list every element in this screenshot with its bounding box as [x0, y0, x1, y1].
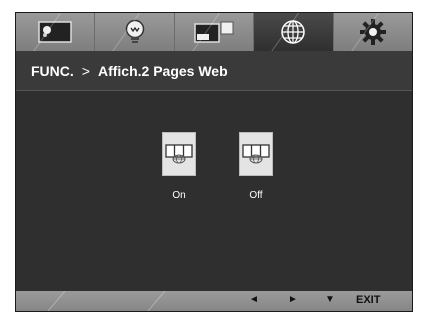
left-arrow-key[interactable]: ◄ — [249, 294, 259, 305]
osd-menu: FUNC. > Affich.2 Pages Web On Off ◄ ► ▼ … — [15, 12, 413, 312]
right-arrow-key[interactable]: ► — [288, 294, 298, 305]
tab-screen[interactable] — [174, 13, 255, 51]
page-title: Affich.2 Pages Web — [97, 62, 228, 79]
dual-screen-icon — [194, 21, 234, 43]
web-split-icon — [242, 144, 270, 164]
page-title-bar: FUNC. > Affich.2 Pages Web — [16, 51, 412, 91]
picture-icon — [38, 21, 72, 43]
exit-key[interactable]: EXIT — [356, 294, 380, 306]
option-on-label: On — [172, 190, 186, 201]
gear-icon — [359, 19, 386, 45]
web-split-icon — [165, 144, 193, 164]
option-on-button[interactable] — [162, 132, 196, 176]
menu-tab-bar — [16, 13, 413, 51]
down-arrow-key[interactable]: ▼ — [325, 294, 335, 305]
breadcrumb-section: FUNC. — [31, 62, 74, 79]
key-guide-bar: ◄ ► ▼ EXIT — [16, 291, 412, 311]
tab-picture[interactable] — [16, 13, 96, 51]
globe-icon — [281, 20, 306, 44]
option-area: On Off — [16, 91, 412, 291]
option-off[interactable]: Off — [238, 132, 274, 201]
tab-function[interactable] — [254, 13, 334, 51]
tab-settings[interactable] — [333, 13, 413, 51]
tab-energy[interactable] — [95, 13, 175, 51]
option-on[interactable]: On — [161, 132, 197, 201]
option-off-label: Off — [249, 190, 263, 201]
option-off-button[interactable] — [239, 132, 273, 176]
bulb-icon — [125, 19, 144, 43]
breadcrumb-separator: > — [81, 62, 90, 79]
